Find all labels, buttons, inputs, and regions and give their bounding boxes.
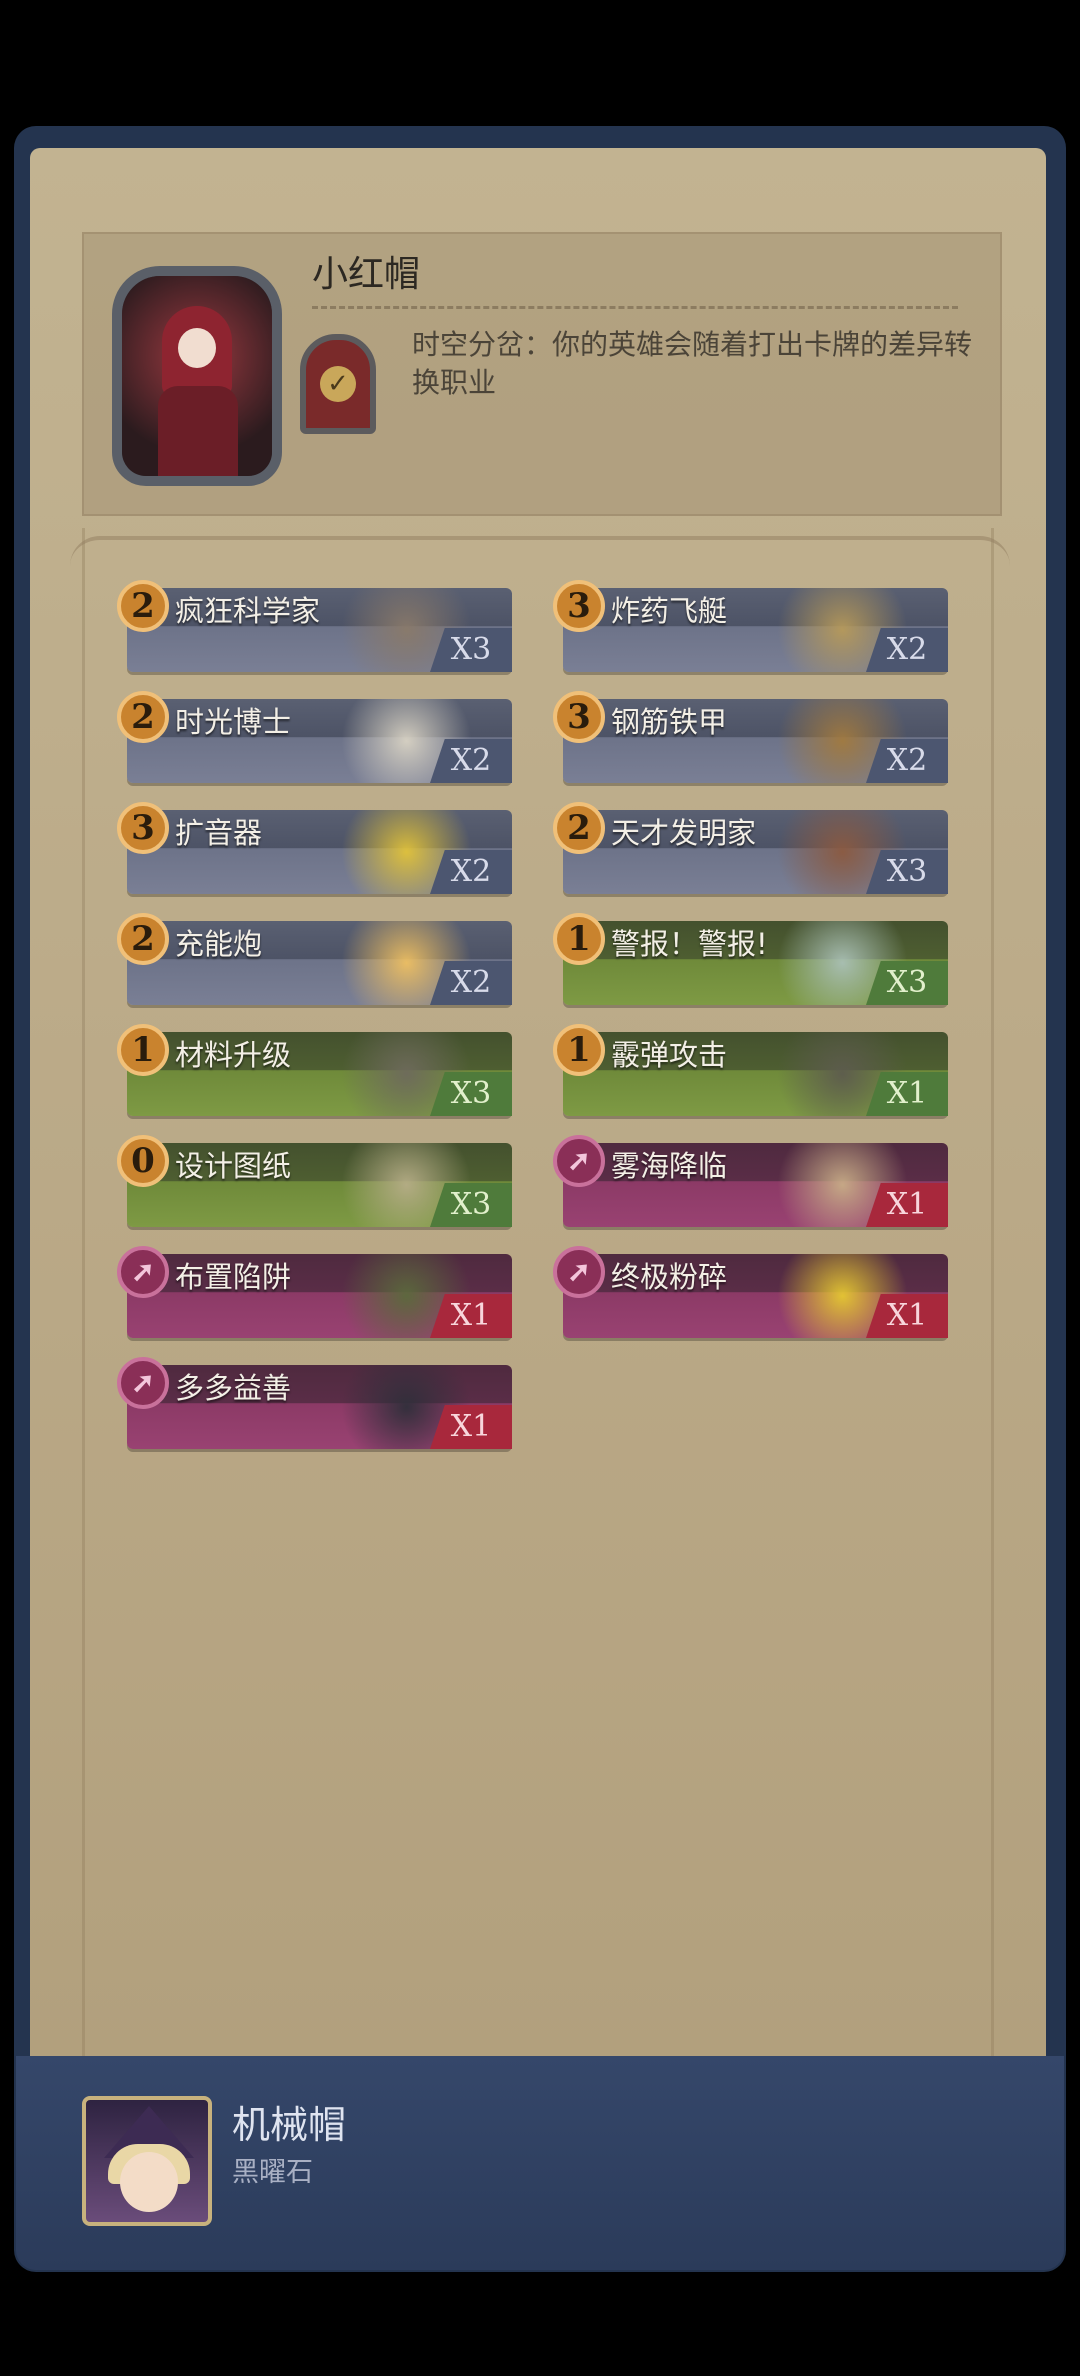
deck-name: 机械帽 <box>232 2103 347 2147</box>
card-item[interactable]: 2 疯狂科学家 X3 <box>117 580 512 672</box>
hero-portrait[interactable] <box>112 266 282 486</box>
card-cost: 1 <box>553 913 605 965</box>
card-name: 疯狂科学家 <box>175 594 321 628</box>
card-item[interactable]: 0 设计图纸 X3 <box>117 1135 512 1227</box>
card-name: 炸药飞艇 <box>611 594 728 628</box>
hero-name: 小红帽 <box>312 254 421 295</box>
card-name: 雾海降临 <box>611 1149 728 1183</box>
card-item[interactable]: ➚ 布置陷阱 X1 <box>117 1246 512 1338</box>
class-badge-icon[interactable]: ✓ <box>300 334 376 434</box>
card-name: 充能炮 <box>175 927 263 961</box>
card-name: 终极粉碎 <box>611 1260 728 1294</box>
card-cost: 2 <box>117 691 169 743</box>
card-item[interactable]: 1 霰弹攻击 X1 <box>553 1024 948 1116</box>
card-item[interactable]: ➚ 终极粉碎 X1 <box>553 1246 948 1338</box>
card-name: 警报！警报! <box>611 927 768 961</box>
card-item[interactable]: ➚ 雾海降临 X1 <box>553 1135 948 1227</box>
card-item[interactable]: 3 扩音器 X2 <box>117 802 512 894</box>
card-cost: 1 <box>553 1024 605 1076</box>
card-item[interactable]: 2 充能炮 X2 <box>117 913 512 1005</box>
special-card-icon: ➚ <box>117 1246 169 1298</box>
card-name: 设计图纸 <box>175 1149 292 1183</box>
card-cost: 3 <box>553 691 605 743</box>
card-cost: 2 <box>117 913 169 965</box>
hero-description: 时空分岔：你的英雄会随着打出卡牌的差异转换职业 <box>412 328 973 399</box>
ornament-divider <box>70 536 1010 566</box>
card-name: 布置陷阱 <box>175 1260 292 1294</box>
special-card-icon: ➚ <box>553 1246 605 1298</box>
card-name: 天才发明家 <box>611 816 757 850</box>
card-item[interactable]: 2 时光博士 X2 <box>117 691 512 783</box>
card-item[interactable]: 1 警报！警报! X3 <box>553 913 948 1005</box>
card-item[interactable]: 1 材料升级 X3 <box>117 1024 512 1116</box>
card-item[interactable]: 3 炸药飞艇 X2 <box>553 580 948 672</box>
card-name: 多多益善 <box>175 1371 292 1405</box>
card-cost: 2 <box>553 802 605 854</box>
hero-divider <box>312 306 958 309</box>
card-name: 时光博士 <box>175 705 292 739</box>
card-cost: 1 <box>117 1024 169 1076</box>
card-item[interactable]: 3 钢筋铁甲 X2 <box>553 691 948 783</box>
card-cost: 0 <box>117 1135 169 1187</box>
card-name: 扩音器 <box>175 816 263 850</box>
special-card-icon: ➚ <box>553 1135 605 1187</box>
card-cost: 3 <box>553 580 605 632</box>
deck-subtitle: 黑曜石 <box>232 2157 313 2188</box>
deck-avatar[interactable] <box>82 2096 212 2226</box>
special-card-icon: ➚ <box>117 1357 169 1409</box>
card-item[interactable]: 2 天才发明家 X3 <box>553 802 948 894</box>
card-name: 霰弹攻击 <box>611 1038 728 1072</box>
card-cost: 3 <box>117 802 169 854</box>
check-icon: ✓ <box>320 366 356 402</box>
card-cost: 2 <box>117 580 169 632</box>
card-item[interactable]: ➚ 多多益善 X1 <box>117 1357 512 1449</box>
card-name: 材料升级 <box>175 1038 292 1072</box>
card-name: 钢筋铁甲 <box>611 705 728 739</box>
